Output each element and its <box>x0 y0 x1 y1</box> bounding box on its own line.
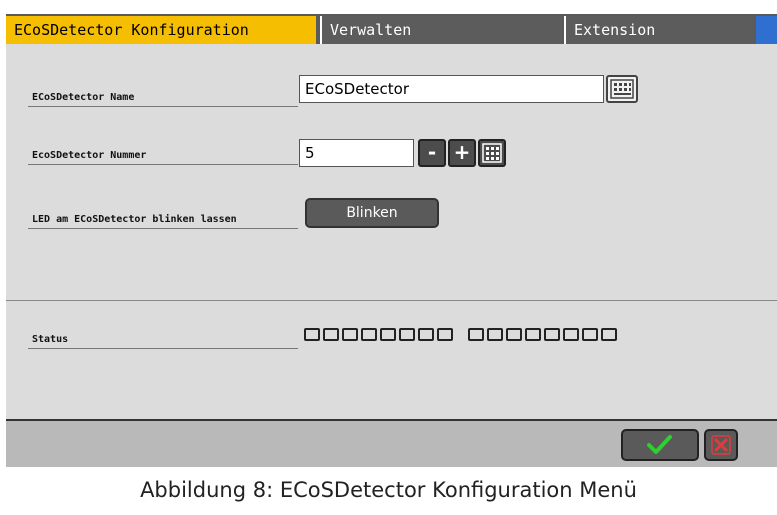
number-underline <box>28 164 298 165</box>
cancel-button[interactable] <box>704 429 738 461</box>
tab-bar: ECoSDetector Konfiguration Verwalten Ext… <box>6 14 777 44</box>
status-led-indicator <box>380 328 396 341</box>
led-label: LED am ECoSDetector blinken lassen <box>32 214 237 225</box>
number-label: EcoSDetector Nummer <box>32 150 147 161</box>
status-led-indicator <box>506 328 522 341</box>
number-keypad-button[interactable] <box>478 139 506 167</box>
name-keyboard-button[interactable] <box>606 75 638 103</box>
status-led-indicator <box>342 328 358 341</box>
name-label: ECoSDetector Name <box>32 92 135 103</box>
status-led-indicator <box>418 328 434 341</box>
status-led-row <box>304 328 620 341</box>
number-input[interactable]: 5 <box>299 139 414 167</box>
tab-extension[interactable]: Extension <box>564 16 754 44</box>
status-led-indicator <box>399 328 415 341</box>
increment-button[interactable]: + <box>448 139 476 167</box>
action-bar <box>6 419 777 467</box>
close-icon <box>711 435 731 455</box>
blink-button[interactable]: Blinken <box>305 198 439 228</box>
ok-button[interactable] <box>621 429 699 461</box>
status-led-indicator <box>437 328 453 341</box>
keypad-icon <box>482 143 502 163</box>
status-led-indicator <box>361 328 377 341</box>
checkmark-icon <box>647 435 672 454</box>
section-divider <box>6 300 777 301</box>
status-led-indicator <box>525 328 541 341</box>
status-led-indicator <box>601 328 617 341</box>
name-underline <box>28 106 298 107</box>
status-led-indicator <box>468 328 484 341</box>
status-label: Status <box>32 334 69 345</box>
status-led-indicator <box>544 328 560 341</box>
tab-verwalten[interactable]: Verwalten <box>320 16 562 44</box>
config-screen: ECoSDetector Konfiguration Verwalten Ext… <box>6 14 777 467</box>
led-group-gap <box>456 328 468 341</box>
name-input[interactable]: ECoSDetector <box>299 75 604 103</box>
status-led-indicator <box>487 328 503 341</box>
status-led-indicator <box>563 328 579 341</box>
tab-overflow[interactable] <box>756 16 777 44</box>
status-led-indicator <box>582 328 598 341</box>
figure-caption: Abbildung 8: ECoSDetector Konfiguration … <box>140 478 637 502</box>
status-led-indicator <box>304 328 320 341</box>
tab-konfiguration[interactable]: ECoSDetector Konfiguration <box>6 16 316 44</box>
led-underline <box>28 228 298 229</box>
keyboard-icon <box>610 79 634 99</box>
status-led-indicator <box>323 328 339 341</box>
decrement-button[interactable]: - <box>418 139 446 167</box>
status-underline <box>28 348 298 349</box>
